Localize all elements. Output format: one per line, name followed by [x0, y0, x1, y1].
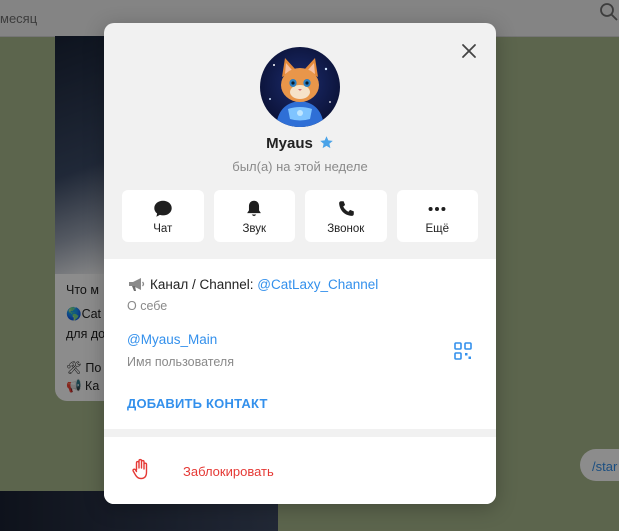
bio-text: Канал / Channel: @CatLaxy_Channel — [128, 276, 378, 292]
action-label: Звонок — [327, 223, 365, 235]
phone-icon — [338, 201, 354, 216]
qr-code-icon[interactable] — [454, 342, 472, 360]
profile-actions: Чат Звук Звонок Ещё — [122, 190, 478, 242]
section-divider — [104, 429, 496, 437]
action-label: Чат — [153, 223, 173, 235]
premium-star-icon[interactable] — [319, 135, 334, 150]
action-label: Ещё — [425, 223, 450, 235]
mute-sound-button[interactable]: Звук — [213, 190, 295, 242]
close-icon — [462, 44, 476, 58]
bell-icon — [247, 200, 262, 217]
username-caption: Имя пользователя — [127, 355, 234, 369]
username-link[interactable]: @Myaus_Main — [127, 332, 217, 347]
megaphone-icon — [129, 278, 145, 291]
add-contact-button[interactable]: ДОБАВИТЬ КОНТАКТ — [127, 396, 268, 411]
profile-info-section: Канал / Channel: @CatLaxy_Channel О себе… — [104, 259, 496, 429]
block-user-label: Заблокировать — [183, 464, 274, 479]
profile-name-row: Myaus — [104, 135, 496, 152]
action-label: Звук — [242, 223, 267, 235]
close-button[interactable] — [455, 37, 483, 65]
channel-link[interactable]: @CatLaxy_Channel — [257, 277, 378, 292]
more-button[interactable]: Ещё — [396, 190, 478, 242]
block-user-button[interactable]: Заблокировать — [104, 437, 496, 504]
user-profile-dialog: Myaus был(а) на этой неделе Чат Звук Зво… — [104, 23, 496, 504]
chat-bubble-icon — [154, 200, 172, 217]
bio-caption: О себе — [127, 299, 168, 313]
call-button[interactable]: Звонок — [305, 190, 387, 242]
stop-hand-icon — [132, 458, 148, 480]
cat-avatar-image — [269, 58, 331, 127]
avatar[interactable] — [260, 47, 340, 127]
profile-name: Myaus — [266, 135, 313, 152]
chat-button[interactable]: Чат — [122, 190, 204, 242]
last-seen-status: был(а) на этой неделе — [232, 159, 368, 174]
more-dots-icon — [428, 206, 446, 212]
bio-prefix: Канал / Channel: — [150, 277, 258, 292]
